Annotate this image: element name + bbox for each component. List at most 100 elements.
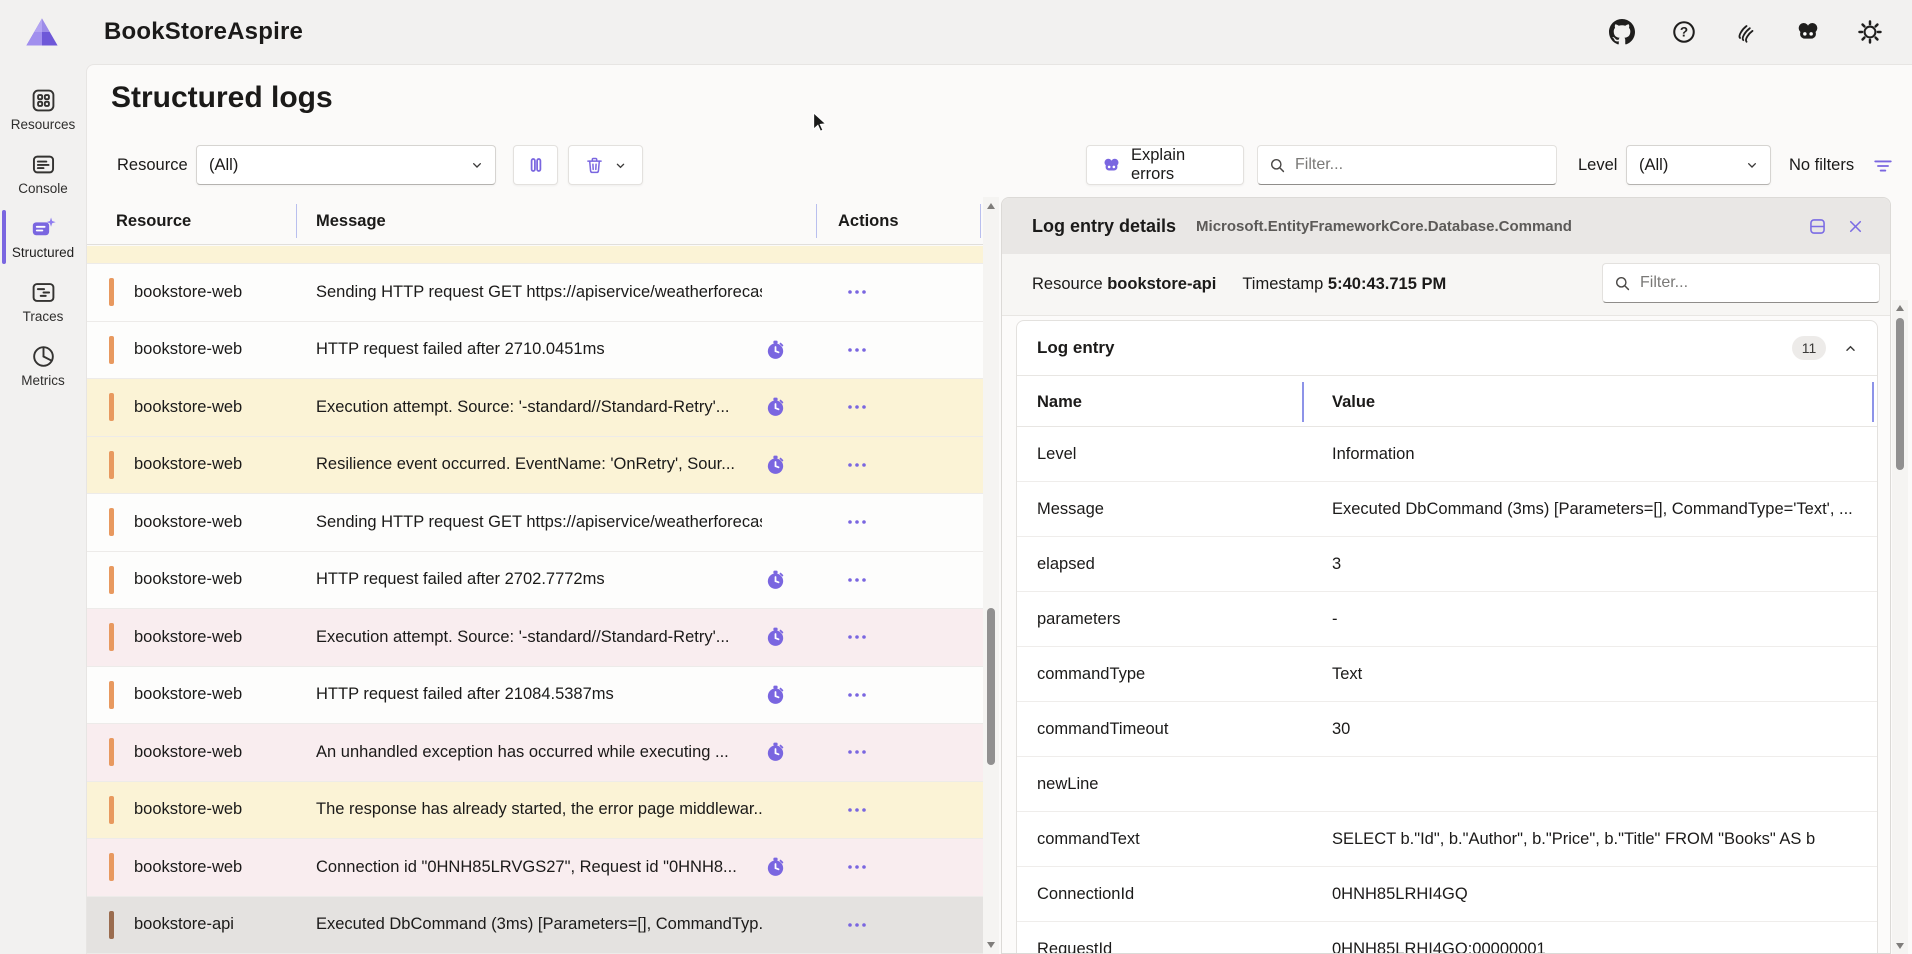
panel-scrollbar[interactable]	[1892, 300, 1908, 954]
detail-row[interactable]: commandType Text	[1017, 647, 1877, 702]
resource-color-bar	[109, 278, 114, 306]
column-divider[interactable]	[296, 204, 297, 238]
level-select[interactable]: (All)	[1626, 145, 1771, 185]
table-row[interactable]: bookstore-web The response has already s…	[87, 782, 983, 840]
row-actions-button[interactable]	[833, 277, 881, 307]
details-panel-header: Log entry details Microsoft.EntityFramew…	[1002, 198, 1890, 254]
detail-row[interactable]: Level Information	[1017, 427, 1877, 482]
table-scrollbar-thumb[interactable]	[987, 608, 995, 765]
github-icon[interactable]	[1598, 10, 1646, 54]
split-panel-button[interactable]	[1798, 208, 1836, 244]
row-actions-button[interactable]	[833, 622, 881, 652]
row-actions-button[interactable]	[833, 795, 881, 825]
svg-text:?: ?	[1680, 25, 1688, 40]
table-row[interactable]: bookstore-web HTTP request failed after …	[87, 552, 983, 610]
row-message: The response has already started, the er…	[316, 800, 762, 819]
sidebar-item-label: Structured	[12, 245, 74, 260]
row-actions-button[interactable]	[833, 450, 881, 480]
trace-icon[interactable]	[764, 338, 787, 361]
row-actions-button[interactable]	[833, 565, 881, 595]
table-row[interactable]: bookstore-web Resilience event occurred.…	[87, 437, 983, 495]
clear-logs-button[interactable]	[568, 145, 643, 185]
column-divider[interactable]	[980, 204, 981, 238]
add-filter-button[interactable]	[1867, 151, 1899, 181]
detail-row[interactable]: elapsed 3	[1017, 537, 1877, 592]
resource-color-bar	[109, 853, 114, 881]
table-row[interactable]: bookstore-web HTTP request failed after …	[87, 667, 983, 725]
search-icon	[1268, 156, 1287, 175]
detail-row[interactable]: ConnectionId 0HNH85LRHI4GQ	[1017, 867, 1877, 922]
row-resource: bookstore-web	[134, 283, 274, 302]
column-divider[interactable]	[1302, 382, 1304, 422]
log-filter-input[interactable]	[1295, 156, 1556, 174]
sidebar-item-metrics[interactable]: Metrics	[0, 334, 86, 396]
row-message: Executed DbCommand (3ms) [Parameters=[],…	[316, 915, 762, 934]
detail-name: Level	[1037, 427, 1312, 482]
pause-icon	[525, 154, 547, 176]
trace-icon[interactable]	[764, 396, 787, 419]
table-row[interactable]: bookstore-api Executed DbCommand (3ms) […	[87, 897, 983, 954]
sidebar-item-traces[interactable]: Traces	[0, 270, 86, 332]
trace-icon[interactable]	[764, 856, 787, 879]
column-divider[interactable]	[1872, 382, 1874, 422]
resource-select[interactable]: (All)	[196, 145, 496, 185]
table-row[interactable]: bookstore-web Execution attempt. Source:…	[87, 609, 983, 667]
detail-row[interactable]: Message Executed DbCommand (3ms) [Parame…	[1017, 482, 1877, 537]
details-filter-input[interactable]	[1640, 274, 1879, 292]
traces-icon	[30, 279, 57, 306]
panel-scrollbar-thumb[interactable]	[1896, 318, 1904, 470]
no-filters-label: No filters	[1789, 156, 1854, 175]
scroll-up-icon[interactable]	[1896, 304, 1904, 312]
trace-icon[interactable]	[764, 683, 787, 706]
log-entry-card-header[interactable]: Log entry 11	[1017, 321, 1877, 375]
detail-row[interactable]: newLine	[1017, 757, 1877, 812]
table-row[interactable]: bookstore-web Sending HTTP request GET h…	[87, 494, 983, 552]
scroll-up-icon[interactable]	[987, 202, 995, 210]
column-divider[interactable]	[816, 204, 817, 238]
row-message: Resilience event occurred. EventName: 'O…	[316, 455, 762, 474]
row-actions-button[interactable]	[833, 852, 881, 882]
sidebar-item-structured[interactable]: Structured	[0, 206, 86, 268]
trace-icon[interactable]	[764, 741, 787, 764]
table-row[interactable]: bookstore-web HTTP request failed after …	[87, 322, 983, 380]
copilot-icon[interactable]	[1784, 10, 1832, 54]
row-actions-button[interactable]	[833, 335, 881, 365]
details-entries: Level Information Message Executed DbCom…	[1017, 427, 1877, 954]
pause-logs-button[interactable]	[513, 145, 558, 185]
scroll-down-icon[interactable]	[1896, 942, 1904, 950]
scroll-down-icon[interactable]	[987, 941, 995, 949]
detail-value: 0HNH85LRHI4GQ	[1332, 867, 1859, 922]
aspire-logo-icon[interactable]	[24, 14, 60, 50]
detail-row[interactable]: commandTimeout 30	[1017, 702, 1877, 757]
details-info-row: Resource bookstore-api Timestamp 5:40:43…	[1002, 254, 1890, 316]
table-row[interactable]	[87, 246, 983, 264]
detail-row[interactable]: parameters -	[1017, 592, 1877, 647]
trace-icon[interactable]	[764, 568, 787, 591]
sidebar-item-resources[interactable]: Resources	[0, 78, 86, 140]
table-row[interactable]: bookstore-web Sending HTTP request GET h…	[87, 264, 983, 322]
table-scrollbar[interactable]	[983, 197, 999, 954]
sidebar-item-label: Metrics	[21, 373, 65, 388]
trace-icon[interactable]	[764, 453, 787, 476]
row-actions-button[interactable]	[833, 392, 881, 422]
details-panel-subtitle: Microsoft.EntityFrameworkCore.Database.C…	[1196, 218, 1572, 235]
close-panel-button[interactable]	[1836, 208, 1874, 244]
settings-icon[interactable]	[1846, 10, 1894, 54]
topbar-icons: ?	[1598, 10, 1894, 54]
detail-row[interactable]: RequestId 0HNH85LRHI4GQ:00000001	[1017, 922, 1877, 954]
row-actions-button[interactable]	[833, 737, 881, 767]
row-resource: bookstore-api	[134, 915, 274, 934]
row-actions-button[interactable]	[833, 680, 881, 710]
feedback-icon[interactable]	[1722, 10, 1770, 54]
row-actions-button[interactable]	[833, 507, 881, 537]
help-icon[interactable]: ?	[1660, 10, 1708, 54]
row-actions-button[interactable]	[833, 910, 881, 940]
explain-errors-button[interactable]: Explain errors	[1086, 145, 1244, 185]
detail-row[interactable]: commandText SELECT b."Id", b."Author", b…	[1017, 812, 1877, 867]
table-row[interactable]: bookstore-web Connection id "0HNH85LRVGS…	[87, 839, 983, 897]
sidebar-item-console[interactable]: Console	[0, 142, 86, 204]
trace-icon[interactable]	[764, 626, 787, 649]
chevron-up-icon[interactable]	[1842, 340, 1859, 357]
table-row[interactable]: bookstore-web An unhandled exception has…	[87, 724, 983, 782]
table-row[interactable]: bookstore-web Execution attempt. Source:…	[87, 379, 983, 437]
